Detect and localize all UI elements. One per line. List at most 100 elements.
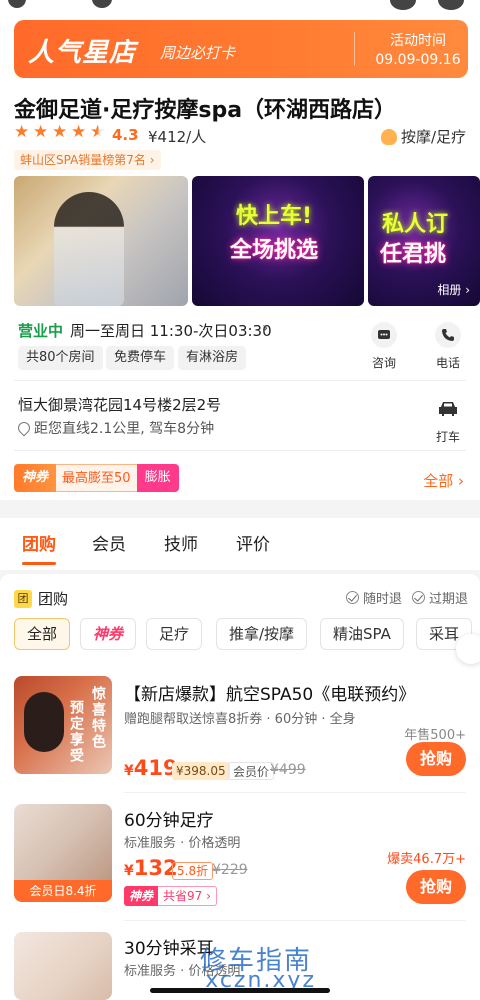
status-bar-cut: [0, 0, 480, 14]
discount-badge: 5.8折: [172, 862, 214, 880]
filter-coupon[interactable]: 神券: [80, 618, 137, 650]
foot-icon: [380, 128, 397, 145]
photo-3[interactable]: 私人订 任君挑 相册 ›: [368, 176, 480, 306]
chevron-right-icon[interactable]: ›: [208, 392, 214, 411]
groupbuy-title: 团购: [38, 590, 69, 608]
promo-text: 最高膨至50: [56, 464, 137, 492]
back-icon[interactable]: [8, 0, 26, 8]
buy-button[interactable]: 抢购: [406, 742, 466, 776]
star-icon: ★: [52, 122, 68, 142]
thumb-text: 惊喜特色: [90, 686, 106, 750]
check-circle-icon: [412, 591, 425, 604]
category-label: 按摩/足疗: [400, 128, 466, 146]
buy-button[interactable]: 抢购: [406, 870, 466, 904]
deal-title: 60分钟足疗: [124, 811, 214, 831]
original-price: ¥499: [270, 762, 306, 778]
business-hours[interactable]: 周一至周日 11:30-次日03:30: [70, 320, 272, 341]
photo-text-3: 私人订: [382, 212, 449, 237]
tab-technician[interactable]: 技师: [164, 530, 198, 555]
thumb-text: 预定享受: [68, 700, 84, 764]
original-price: ¥229: [212, 862, 248, 878]
chat-icon: [371, 322, 397, 348]
active-tab-indicator: [22, 562, 56, 565]
facility-parking: 免费停车: [106, 346, 175, 370]
coupon-promo[interactable]: 神券 最高膨至50 膨胀: [14, 464, 179, 492]
expand-badge[interactable]: 膨胀: [136, 464, 179, 492]
shop-category[interactable]: 按摩/足疗: [380, 126, 466, 147]
favorite-icon[interactable]: [390, 0, 416, 10]
deal-sold: 爆卖46.7万+: [387, 852, 466, 867]
rating-score: 4.3: [112, 126, 139, 144]
avg-price: ¥412/人: [148, 128, 207, 146]
coupon-savings[interactable]: 神券 共省97 ›: [124, 886, 217, 906]
taxi-button[interactable]: 打车: [428, 396, 468, 445]
deal-price: ¥132: [124, 856, 178, 880]
shop-name: 金御足道·足疗按摩spa（环湖西路店）: [14, 98, 397, 123]
photo-text-1: 快上车!: [236, 204, 313, 229]
star-icon: ★: [14, 122, 30, 142]
section-tabs: 团购 会员 技师 评价: [0, 518, 480, 570]
rank-badge[interactable]: 蚌山区SPA销量榜第7名 ›: [14, 150, 161, 170]
photo-figure: [54, 192, 124, 306]
vip-label: 会员价: [228, 762, 275, 780]
star-icon: ★: [71, 122, 87, 142]
facility-shower: 有淋浴房: [178, 346, 247, 370]
groupbuy-header: 团 团购: [14, 588, 68, 609]
divider: [124, 792, 466, 793]
photo-text-4: 任君挑: [380, 242, 447, 267]
deal-subtitle: 赠跑腿帮取送惊喜8折券 · 60分钟 · 全身: [124, 712, 356, 727]
open-status: 营业中: [18, 322, 64, 340]
facility-rooms: 共80个房间: [18, 346, 103, 370]
deal-price: ¥419: [124, 756, 178, 780]
photo-1[interactable]: [14, 176, 188, 306]
filter-foot[interactable]: 足疗: [146, 618, 203, 650]
activity-label: 活动时间: [390, 33, 446, 49]
divider: [14, 380, 466, 381]
filter-spa[interactable]: 精油SPA: [320, 618, 404, 650]
thumb-person: [24, 692, 64, 752]
deal-thumbnail: 惊喜特色 预定享受: [14, 676, 112, 774]
star-icon: ★: [33, 122, 49, 142]
deal-thumbnail: 会员日8.4折: [14, 804, 112, 902]
cart-icon[interactable]: [456, 634, 480, 664]
tab-member[interactable]: 会员: [92, 530, 126, 555]
chevron-right-icon[interactable]: ›: [262, 318, 268, 337]
refund-expired: 过期退: [412, 588, 468, 607]
photo-strip[interactable]: 快上车! 全场挑选 私人订 任君挑 相册 ›: [14, 176, 480, 306]
popular-store-banner[interactable]: 人气星店 周边必打卡 活动时间 09.09-09.16: [14, 20, 468, 78]
thumb-caption: 会员日8.4折: [14, 880, 112, 902]
photo-text-2: 全场挑选: [230, 238, 319, 263]
consult-button[interactable]: 咨询: [364, 322, 404, 371]
vip-price: ¥398.05: [172, 762, 230, 780]
groupbuy-badge: 团: [14, 589, 32, 608]
all-promos-link[interactable]: 全部 ›: [423, 470, 464, 491]
groupbuy-section: 团 团购 随时退 过期退 全部 神券 足疗 推拿/按摩 精油SPA 采耳 惊喜特…: [0, 574, 480, 1000]
phone-button[interactable]: 电话: [428, 322, 468, 371]
banner-divider: [354, 32, 355, 66]
phone-icon: [435, 322, 461, 348]
deal-thumbnail: [14, 932, 112, 1000]
album-link[interactable]: 相册 ›: [437, 281, 470, 298]
rating-stars: ★ ★ ★ ★ ★: [14, 124, 107, 141]
coupon-text: 共省97 ›: [158, 886, 217, 906]
tab-groupbuy[interactable]: 团购: [22, 530, 56, 555]
filter-massage[interactable]: 推拿/按摩: [216, 618, 308, 650]
search-icon[interactable]: [92, 0, 112, 8]
shop-address[interactable]: 恒大御景湾花园14号楼2层2号: [18, 394, 221, 415]
shen-coupon-tag: 神券: [14, 464, 57, 492]
taxi-label: 打车: [435, 430, 460, 444]
filter-all[interactable]: 全部: [14, 618, 71, 650]
refund-anytime: 随时退: [346, 588, 402, 607]
share-icon[interactable]: [438, 0, 464, 10]
banner-subtitle: 周边必打卡: [160, 44, 236, 62]
coupon-tag: 神券: [124, 886, 159, 906]
car-icon: [435, 396, 461, 422]
consult-label: 咨询: [371, 356, 396, 370]
deal-title: 【新店爆款】航空SPA50《电联预约》: [124, 685, 416, 705]
deal-sold: 年售500+: [404, 728, 466, 743]
location-pin-icon: [15, 419, 33, 437]
deal-subtitle: 标准服务 · 价格透明: [124, 836, 241, 851]
photo-2[interactable]: 快上车! 全场挑选: [192, 176, 364, 306]
tab-reviews[interactable]: 评价: [236, 530, 270, 555]
half-star-icon: ★: [90, 122, 106, 142]
